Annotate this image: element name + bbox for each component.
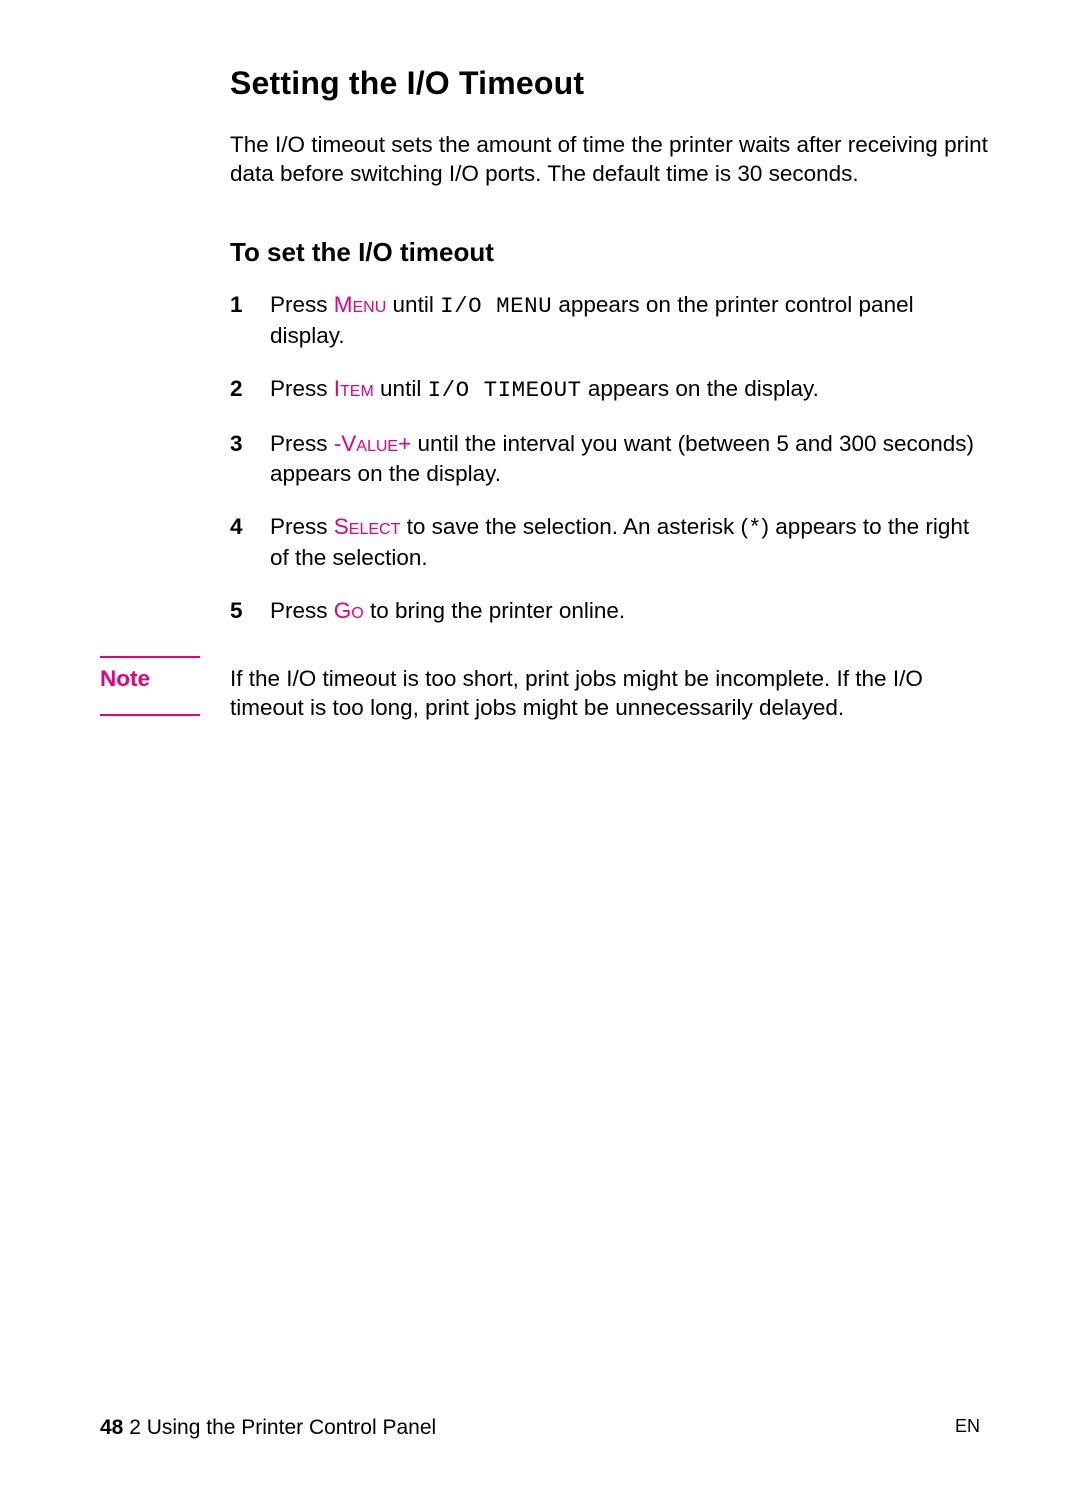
step-text: Press (270, 292, 334, 317)
accent-key: Item (334, 376, 374, 401)
step-text: Press (270, 598, 334, 623)
page-number: 48 (100, 1416, 123, 1439)
section-subheading: To set the I/O timeout (230, 237, 990, 268)
accent-key: Select (334, 514, 401, 539)
note-body: If the I/O timeout is too short, print j… (230, 656, 980, 723)
step-text: Press (270, 431, 334, 456)
panel-display-text: I/O MENU (440, 293, 552, 319)
step-item: Press Select to save the selection. An a… (230, 512, 990, 573)
panel-display-text: I/O TIMEOUT (428, 377, 582, 403)
step-text: to bring the printer online. (364, 598, 625, 623)
footer-left: 48 2 Using the Printer Control Panel (100, 1416, 436, 1440)
accent-key: Go (334, 598, 364, 623)
note-label: Note (100, 656, 200, 716)
page-footer: 48 2 Using the Printer Control Panel EN (100, 1416, 980, 1440)
step-text: Press (270, 376, 334, 401)
note-block: Note If the I/O timeout is too short, pr… (100, 656, 980, 723)
accent-key: -Value+ (334, 431, 411, 456)
step-list: Press Menu until I/O MENU appears on the… (230, 290, 990, 626)
page-title: Setting the I/O Timeout (230, 65, 990, 102)
accent-key: Menu (334, 292, 387, 317)
step-text: until (374, 376, 428, 401)
step-item: Press -Value+ until the interval you wan… (230, 429, 990, 488)
step-item: Press Item until I/O TIMEOUT appears on … (230, 374, 990, 405)
step-text: to save the selection. An asterisk ( (400, 514, 748, 539)
asterisk-symbol: * (748, 515, 762, 541)
step-item: Press Menu until I/O MENU appears on the… (230, 290, 990, 351)
footer-language: EN (955, 1416, 980, 1440)
step-text: Press (270, 514, 334, 539)
intro-paragraph: The I/O timeout sets the amount of time … (230, 130, 990, 189)
step-item: Press Go to bring the printer online. (230, 596, 990, 625)
step-text: until (386, 292, 440, 317)
step-text: appears on the display. (582, 376, 819, 401)
chapter-title: 2 Using the Printer Control Panel (123, 1416, 436, 1439)
